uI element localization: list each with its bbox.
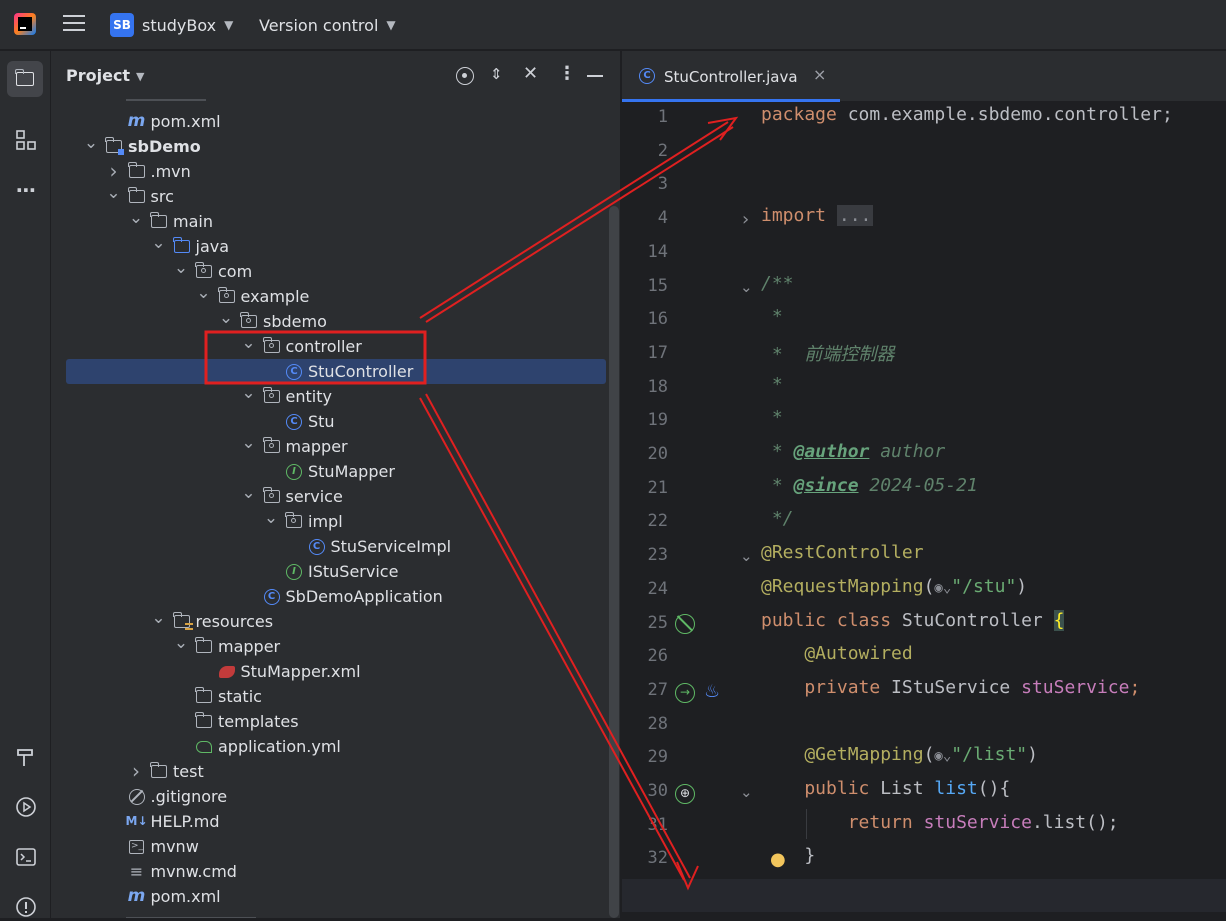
- annotation-overlay: [204, 116, 739, 891]
- highlight-box: [204, 330, 427, 385]
- arrow-to-closing-brace: [419, 393, 699, 891]
- arrow-to-package-line: [419, 116, 739, 323]
